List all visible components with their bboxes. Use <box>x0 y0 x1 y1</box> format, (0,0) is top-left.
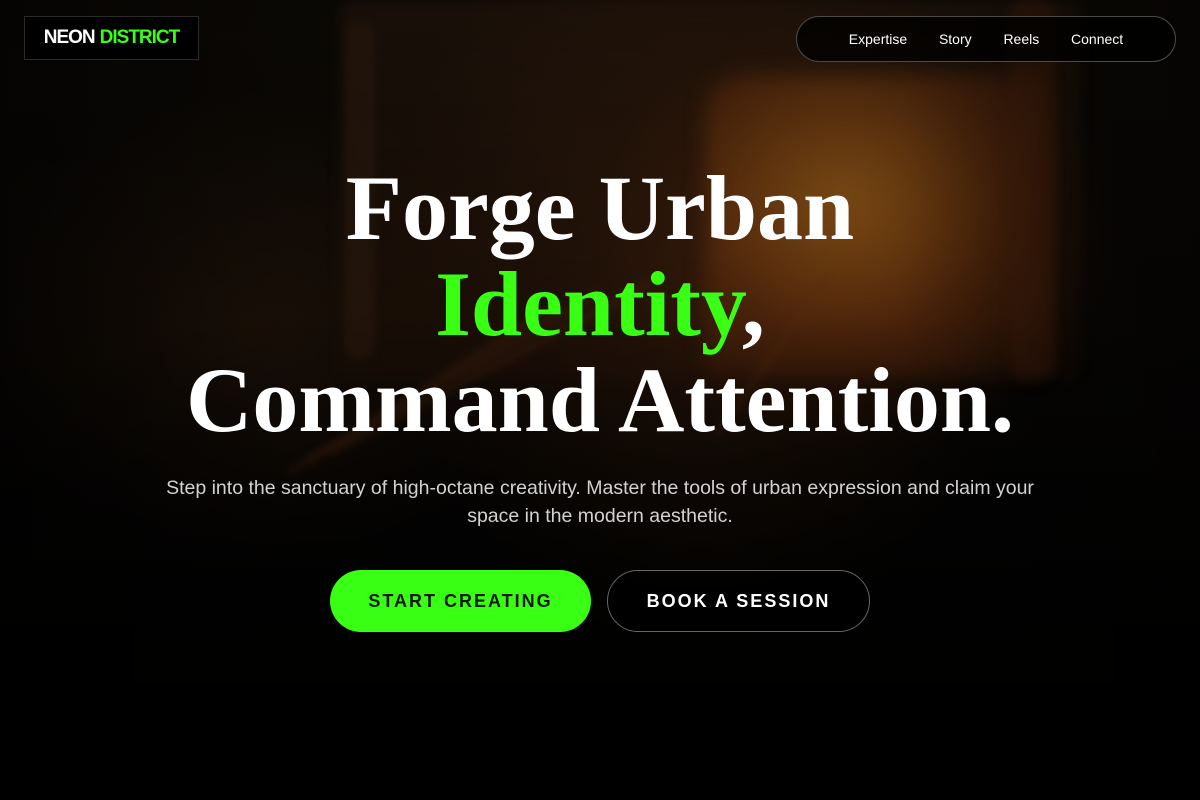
headline-line-3: Command Attention. <box>185 349 1015 451</box>
headline-accent-word: Identity <box>435 253 742 355</box>
nav-link-story[interactable]: Story <box>939 31 972 47</box>
nav-link-expertise[interactable]: Expertise <box>849 31 907 47</box>
brand-logo[interactable]: NEON DISTRICT <box>24 16 199 60</box>
hero-subtitle: Step into the sanctuary of high-octane c… <box>166 477 1034 527</box>
book-session-button[interactable]: BOOK A SESSION <box>607 570 870 632</box>
hero-actions: START CREATING BOOK A SESSION <box>0 570 1200 632</box>
brand-logo-accent-text: DISTRICT <box>99 27 181 48</box>
hero-section: Forge Urban Identity, Command Attention.… <box>0 160 1200 632</box>
brand-logo-text: NEON <box>43 27 96 48</box>
start-creating-button[interactable]: START CREATING <box>330 570 591 632</box>
nav-link-reels[interactable]: Reels <box>1003 31 1039 47</box>
nav-link-connect[interactable]: Connect <box>1071 31 1123 47</box>
headline-comma: , <box>741 253 765 355</box>
main-nav: Expertise Story Reels Connect <box>796 16 1176 62</box>
hero-headline: Forge Urban Identity, Command Attention. <box>0 160 1200 448</box>
headline-line-1: Forge Urban <box>345 157 855 259</box>
